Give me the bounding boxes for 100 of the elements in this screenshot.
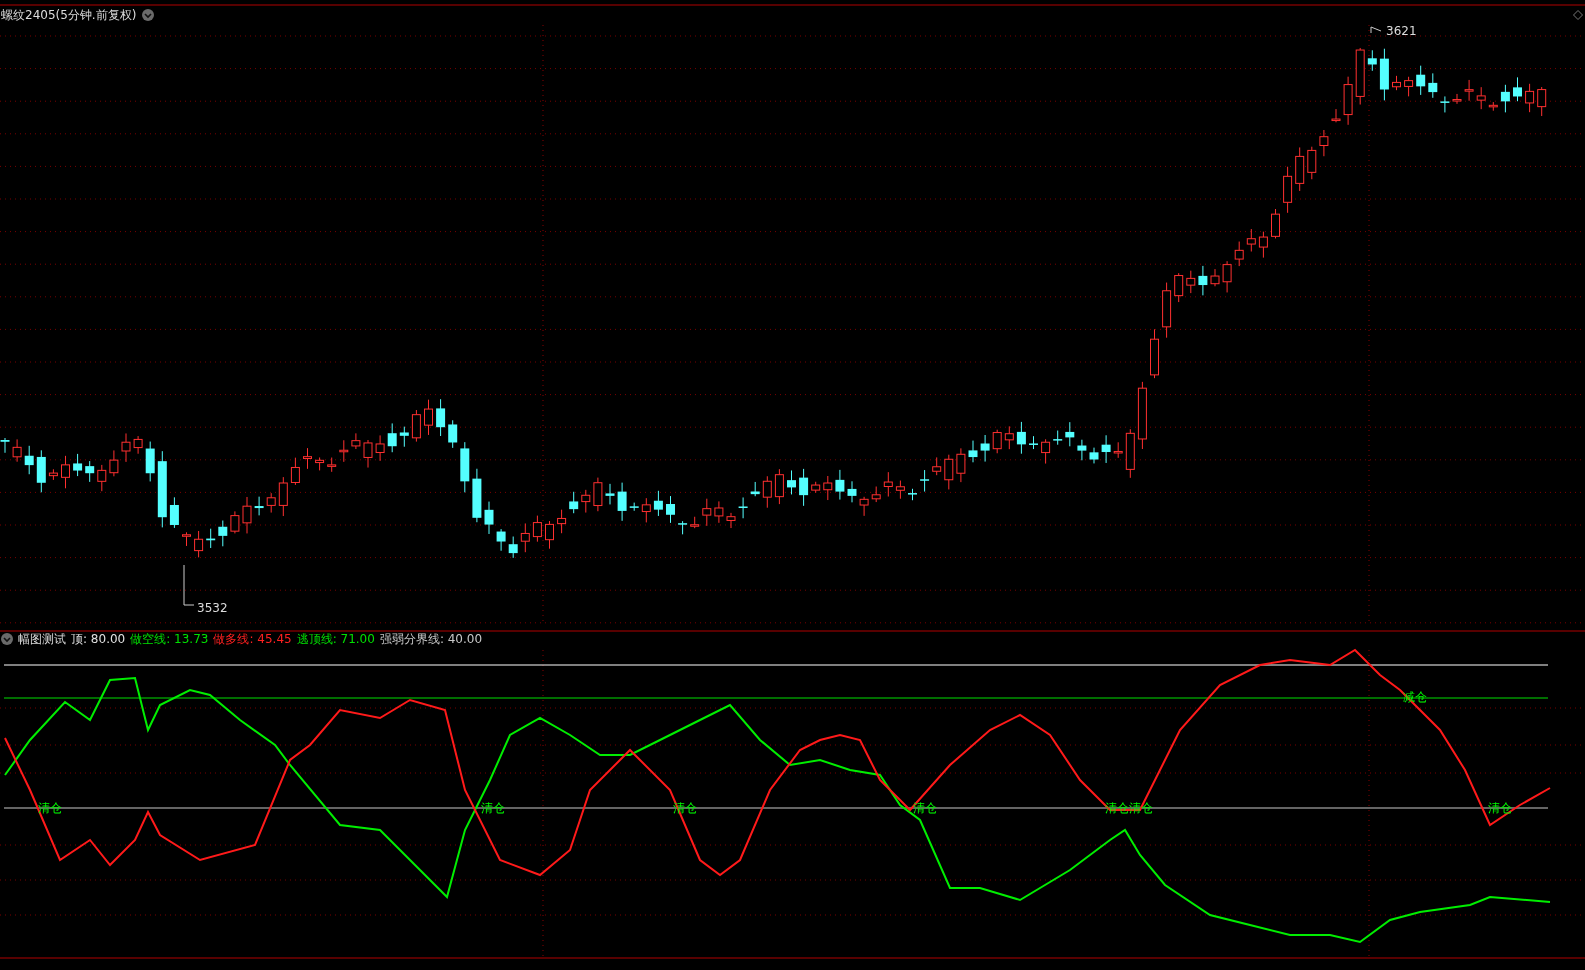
candlestick [1065, 421, 1075, 447]
candlestick [1041, 438, 1051, 465]
candlestick [968, 440, 978, 463]
candlestick [145, 441, 155, 482]
candlestick [1053, 430, 1063, 446]
leader-line [1370, 26, 1382, 34]
candlestick [545, 520, 554, 550]
candlestick [351, 432, 361, 450]
chart-title: 螺纹2405(5分钟.前复权) [1, 8, 137, 22]
candlestick [1452, 93, 1462, 105]
candlestick [48, 468, 58, 481]
candlestick [1319, 129, 1329, 157]
candlestick [1343, 76, 1353, 126]
candlestick [908, 488, 917, 501]
candlestick [581, 489, 591, 514]
candlestick [133, 435, 143, 455]
candlestick [1404, 76, 1414, 97]
candlestick [593, 477, 603, 512]
signal-label: 清仓 [913, 802, 937, 815]
indicator-readout: 强弱分界线: 40.00 [379, 632, 483, 646]
candlestick [762, 475, 772, 509]
candlestick [169, 496, 179, 529]
candlestick [484, 501, 494, 535]
candlestick [121, 432, 131, 463]
candlestick [1016, 421, 1026, 455]
candlestick [835, 469, 845, 501]
candlestick [750, 481, 760, 497]
candlestick [460, 441, 470, 493]
candlestick [363, 439, 373, 469]
candlestick [61, 455, 70, 489]
candlestick [230, 510, 240, 534]
candlestick [629, 502, 639, 512]
candlestick [0, 437, 10, 454]
candlestick [714, 500, 724, 524]
indicator-readout: 做多线: 45.45 [213, 632, 292, 646]
candlestick [1089, 447, 1099, 464]
candlestick [920, 469, 930, 493]
signal-label: 清仓 [38, 802, 62, 815]
candlestick [641, 497, 651, 523]
candlestick [811, 481, 821, 494]
candlestick [738, 496, 748, 519]
candlestick [678, 520, 688, 535]
candlestick [605, 483, 615, 505]
candlestick [1077, 439, 1087, 461]
candlestick [1222, 260, 1232, 293]
candlestick [1210, 268, 1220, 287]
candlestick [895, 480, 905, 500]
leader-line [183, 564, 195, 606]
candlestick [206, 528, 216, 549]
candlestick [1137, 381, 1147, 450]
candlestick [1125, 428, 1135, 479]
candlestick [1004, 425, 1014, 450]
candlestick [194, 530, 204, 558]
candlestick [1174, 272, 1184, 303]
candlestick [1198, 265, 1208, 296]
candlestick [1186, 270, 1196, 294]
price-label: 3621 [1386, 24, 1417, 38]
candlestick [859, 496, 869, 517]
candlestick [411, 409, 421, 443]
candlestick [24, 445, 34, 475]
candlestick [1500, 84, 1510, 113]
candlestick [1525, 83, 1535, 113]
candlestick [1379, 48, 1389, 101]
candlestick [1331, 108, 1341, 123]
candlestick [182, 531, 191, 547]
candlestick [1113, 441, 1123, 459]
candlestick [569, 491, 579, 514]
indicator-readout: 做空线: 13.73 [130, 632, 209, 646]
candlestick [327, 457, 337, 473]
indicator-readout: 逃顶线: 71.00 [296, 632, 375, 646]
candlestick [448, 419, 458, 449]
candlestick [653, 490, 663, 517]
candlestick [1476, 86, 1486, 110]
candlestick [1307, 146, 1317, 180]
candlestick [1246, 228, 1256, 252]
candlestick [532, 515, 542, 543]
candlestick [436, 398, 446, 437]
collapse-icon[interactable] [1, 633, 13, 645]
candlestick [1283, 166, 1293, 214]
candlestick [1537, 86, 1547, 117]
price-label: 3532 [197, 601, 228, 615]
candlestick [1162, 282, 1172, 339]
candlestick [242, 496, 252, 534]
candlestick [254, 496, 264, 516]
candlestick [799, 468, 809, 507]
candlestick [823, 475, 833, 501]
candlestick [617, 482, 627, 522]
collapse-icon[interactable] [142, 9, 155, 21]
candlestick [1428, 72, 1438, 99]
candlestick [472, 468, 482, 523]
candlestick [1440, 95, 1450, 113]
candlestick [847, 480, 857, 503]
candlestick [266, 492, 276, 514]
candlestick [932, 456, 942, 476]
candlestick [1367, 49, 1377, 72]
candlestick [871, 486, 881, 503]
candlestick [1101, 434, 1111, 464]
candlestick [315, 456, 325, 471]
candlestick [883, 471, 893, 498]
candlestick [726, 512, 736, 529]
